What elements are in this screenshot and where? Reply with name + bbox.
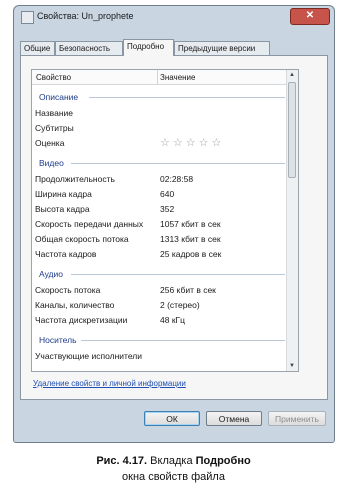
group-video: Видео [35, 157, 285, 169]
list-item[interactable]: Субтитры [35, 122, 285, 135]
tab-general[interactable]: Общие [20, 41, 55, 55]
list-item[interactable]: Частота дискретизации 48 кГц [35, 314, 285, 327]
list-item[interactable]: Общая скорость потока 1313 кбит в сек [35, 233, 285, 246]
column-divider[interactable] [157, 70, 158, 84]
group-label: Носитель [39, 335, 77, 345]
tab-previous-versions[interactable]: Предыдущие версии [174, 41, 270, 55]
tab-details[interactable]: Подробно [123, 39, 174, 56]
list-item[interactable]: Скорость передачи данных 1057 кбит в сек [35, 218, 285, 231]
figure-caption-line1: Рис. 4.17. Вкладка Подробно [0, 455, 347, 467]
property-value: 25 кадров в сек [160, 249, 222, 259]
list-header: Свойство Значение [32, 70, 298, 85]
list-item[interactable]: Ширина кадра 640 [35, 188, 285, 201]
tab-security[interactable]: Безопасность [55, 41, 123, 55]
property-name: Участвующие исполнители [35, 351, 142, 361]
property-name: Субтитры [35, 123, 74, 133]
properties-window: Свойства: Un_prophete ✕ Общие Безопаснос… [13, 5, 335, 443]
group-label: Аудио [39, 269, 63, 279]
group-description: Описание [35, 91, 285, 103]
cancel-button[interactable]: Отмена [206, 411, 262, 426]
property-name: Скорость передачи данных [35, 219, 144, 229]
window-title: Свойства: Un_prophete [37, 11, 134, 21]
property-name: Частота кадров [35, 249, 97, 259]
group-label: Описание [39, 92, 79, 102]
rating-stars-icon[interactable]: ☆☆☆☆☆ [160, 137, 224, 150]
property-value: 1313 кбит в сек [160, 234, 221, 244]
remove-properties-link[interactable]: Удаление свойств и личной информации [33, 379, 186, 388]
figure-caption-line2: окна свойств файла [122, 471, 225, 483]
divider [81, 340, 285, 341]
figure-number: Рис. 4.17. [96, 455, 148, 467]
column-header-value[interactable]: Значение [160, 73, 195, 82]
list-item[interactable]: Название [35, 107, 285, 120]
close-button[interactable]: ✕ [290, 8, 330, 25]
property-name: Высота кадра [35, 204, 90, 214]
details-panel: Свойство Значение Описание Название Субт… [20, 55, 328, 400]
column-header-property[interactable]: Свойство [36, 73, 71, 82]
property-name: Ширина кадра [35, 189, 92, 199]
property-value: 02:28:58 [160, 174, 194, 184]
scroll-up-icon[interactable]: ▲ [289, 72, 295, 78]
group-label: Видео [39, 158, 64, 168]
property-list: Свойство Значение Описание Название Субт… [31, 69, 299, 372]
property-value: 640 [160, 189, 175, 199]
vertical-scrollbar[interactable]: ▲ ▼ [286, 70, 298, 371]
apply-button[interactable]: Применить [268, 411, 326, 426]
list-item[interactable]: Высота кадра 352 [35, 203, 285, 216]
property-name: Оценка [35, 138, 65, 148]
divider [71, 163, 285, 164]
ok-button[interactable]: ОК [144, 411, 200, 426]
list-item[interactable]: Продолжительность 02:28:58 [35, 173, 285, 186]
scroll-thumb[interactable] [288, 82, 296, 178]
property-value: 48 кГц [160, 315, 186, 325]
caption-bold-text: Подробно [195, 455, 251, 467]
list-item[interactable]: Частота кадров 25 кадров в сек [35, 248, 285, 261]
property-value: 1057 кбит в сек [160, 219, 221, 229]
scroll-down-icon[interactable]: ▼ [289, 363, 295, 369]
divider [89, 97, 285, 98]
property-name: Название [35, 108, 73, 118]
property-name: Общая скорость потока [35, 234, 129, 244]
title-bar: Свойства: Un_prophete ✕ [14, 6, 334, 28]
group-audio: Аудио [35, 268, 285, 280]
property-value: 256 кбит в сек [160, 285, 216, 295]
group-media: Носитель [35, 334, 285, 346]
file-icon [21, 11, 34, 24]
property-name: Каналы, количество [35, 300, 115, 310]
property-name: Скорость потока [35, 285, 101, 295]
caption-text: Вкладка [147, 455, 196, 467]
list-item[interactable]: Каналы, количество 2 (стерео) [35, 299, 285, 312]
list-item[interactable]: Оценка ☆☆☆☆☆ [35, 137, 285, 150]
divider [71, 274, 285, 275]
property-name: Продолжительность [35, 174, 115, 184]
property-value: 2 (стерео) [160, 300, 200, 310]
list-item[interactable]: Скорость потока 256 кбит в сек [35, 284, 285, 297]
list-item[interactable]: Участвующие исполнители [35, 350, 285, 363]
property-name: Частота дискретизации [35, 315, 128, 325]
property-value: 352 [160, 204, 175, 214]
